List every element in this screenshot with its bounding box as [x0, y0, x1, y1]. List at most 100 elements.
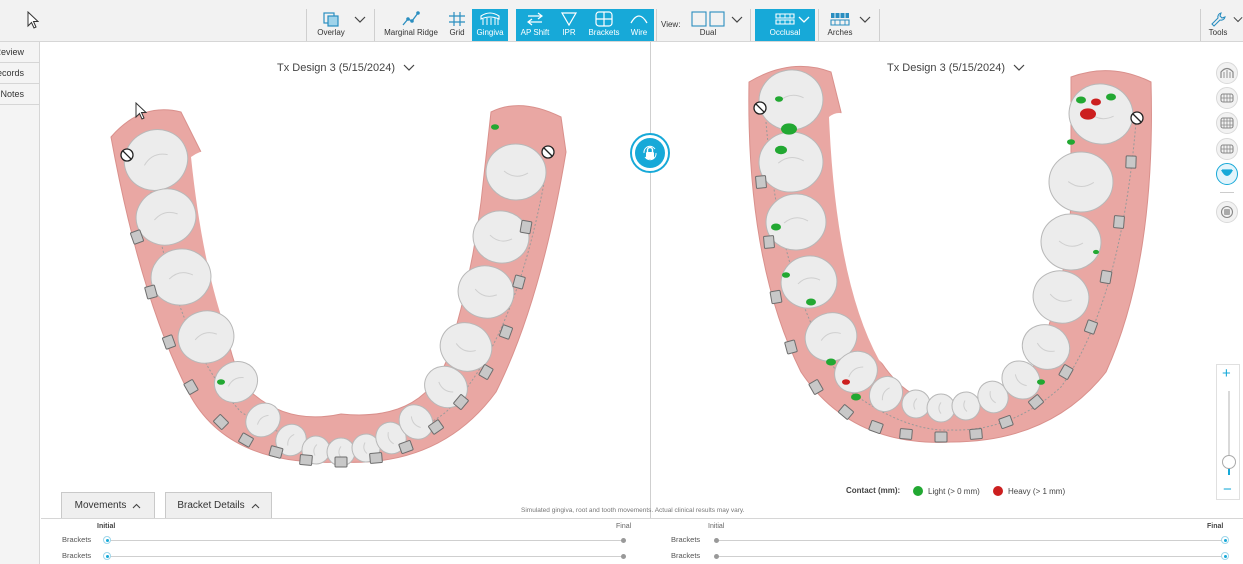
sidebar-item-records[interactable]: Records	[0, 63, 40, 84]
bracket	[299, 454, 313, 466]
contact-spot	[1106, 93, 1116, 101]
overlay-icon	[323, 12, 339, 27]
chevron-down-icon[interactable]	[354, 14, 366, 24]
bracket	[899, 428, 913, 440]
view-upper-button[interactable]	[1216, 87, 1238, 109]
arch-front-icon	[1220, 67, 1234, 78]
zoom-slider[interactable]: + −	[1216, 364, 1240, 500]
toolbar: Overlay Marginal Ridge Grid Gingiva AP S…	[0, 0, 1243, 42]
contact-spot	[782, 272, 790, 278]
right-timeline-initial: Initial	[708, 523, 725, 530]
left-dental-arch-model[interactable]	[41, 42, 650, 518]
ap-shift-label: AP Shift	[520, 28, 550, 37]
overlay-button[interactable]: Overlay	[312, 9, 350, 41]
tab-bracket-details-label: Bracket Details	[177, 500, 245, 511]
bracket	[969, 428, 983, 440]
left-timeline-row-label: Brackets	[62, 551, 92, 560]
chevron-down-icon[interactable]	[798, 14, 810, 24]
view-settings-button[interactable]	[1216, 201, 1238, 223]
legend-heavy-label: Heavy (> 1 mm)	[1008, 486, 1066, 496]
heavy-contact-swatch	[993, 486, 1003, 496]
wire-label: Wire	[630, 28, 648, 37]
ipr-button[interactable]: IPR	[554, 9, 584, 41]
bracket	[1099, 269, 1113, 285]
right-dental-arch-model[interactable]	[651, 42, 1243, 518]
tooth-crown	[926, 393, 956, 423]
contact-spot	[781, 123, 797, 135]
occlusal-view-icon	[1221, 169, 1233, 176]
contact-spot	[217, 379, 225, 385]
left-timeline-handle[interactable]	[103, 536, 111, 544]
ap-shift-button[interactable]: AP Shift	[516, 9, 554, 41]
chevron-down-icon[interactable]	[859, 14, 871, 24]
left-timeline-row-label: Brackets	[62, 535, 92, 544]
sidebar-item-label: Notes	[0, 89, 24, 99]
bracket	[755, 175, 767, 189]
view-front-button[interactable]	[1216, 62, 1238, 84]
light-contact-swatch	[913, 486, 923, 496]
tools-button[interactable]: Tools	[1204, 9, 1232, 41]
contact-spot	[842, 379, 850, 385]
no-bracket-icon	[1130, 111, 1144, 125]
zoom-in-button[interactable]: +	[1222, 365, 1231, 382]
chevron-down-icon[interactable]	[731, 14, 743, 24]
chevron-down-icon[interactable]	[1233, 14, 1243, 24]
ipr-label: IPR	[562, 28, 576, 37]
contact-spot	[775, 96, 783, 102]
left-timeline-track[interactable]	[108, 556, 626, 557]
left-timeline-track[interactable]	[108, 540, 626, 541]
right-timeline-start	[714, 554, 719, 559]
wire-icon	[630, 15, 648, 24]
contact-spot	[1037, 379, 1045, 385]
tab-movements[interactable]: Movements	[61, 492, 155, 518]
sidebar-item-review[interactable]: Review	[0, 42, 40, 63]
zoom-out-button[interactable]: −	[1223, 481, 1232, 498]
grid-label: Grid	[449, 28, 465, 37]
gingiva-button[interactable]: Gingiva	[472, 9, 508, 41]
contact-spot	[851, 393, 861, 401]
sidebar-item-notes[interactable]: Notes	[0, 84, 40, 105]
clinical-disclaimer: Simulated gingiva, root and tooth moveme…	[521, 507, 745, 514]
toolbar-separator	[374, 9, 375, 41]
no-bracket-icon	[753, 101, 767, 115]
right-timeline-track[interactable]	[717, 540, 1225, 541]
grid-icon	[449, 12, 465, 26]
marginal-ridge-label: Marginal Ridge	[384, 28, 438, 37]
chevron-up-icon	[132, 503, 141, 508]
contact-spot	[775, 145, 787, 155]
treatment-timeline: Initial Final Brackets Brackets Initial …	[41, 518, 1243, 564]
view-occlusal-button[interactable]	[1216, 163, 1238, 185]
toolbar-separator	[818, 9, 819, 41]
both-arches-icon	[1220, 117, 1234, 129]
view-lower-button[interactable]	[1216, 138, 1238, 160]
contact-spot	[806, 298, 816, 306]
zoom-handle[interactable]	[1222, 455, 1236, 470]
arches-button[interactable]: Arches	[823, 9, 857, 41]
right-timeline-handle[interactable]	[1221, 552, 1229, 560]
right-timeline-final: Final	[1207, 523, 1224, 530]
view-both-button[interactable]	[1216, 112, 1238, 134]
bracket	[1113, 215, 1125, 229]
gingiva-icon	[480, 12, 500, 25]
toolbar-separator	[656, 9, 657, 41]
no-bracket-icon	[120, 148, 134, 162]
left-timeline-handle[interactable]	[103, 552, 111, 560]
marginal-ridge-button[interactable]: Marginal Ridge	[382, 9, 440, 41]
bracket	[934, 431, 948, 443]
tooth	[926, 393, 956, 423]
brackets-button[interactable]: Brackets	[584, 9, 624, 41]
right-viewport[interactable]: Tx Design 3 (5/15/2024)	[651, 42, 1243, 518]
bracket	[1125, 155, 1137, 169]
tab-bracket-details[interactable]: Bracket Details	[165, 492, 272, 518]
dual-view-button[interactable]: Dual	[688, 9, 728, 41]
right-timeline-handle[interactable]	[1221, 536, 1229, 544]
grid-button[interactable]: Grid	[444, 9, 470, 41]
left-viewport[interactable]: Tx Design 3 (5/15/2024)	[41, 42, 650, 518]
right-timeline-track[interactable]	[717, 556, 1225, 557]
no-bracket-icon	[541, 145, 555, 159]
contact-spot	[1091, 98, 1101, 106]
contact-legend: Contact (mm):	[846, 486, 900, 495]
left-timeline-end	[621, 538, 626, 543]
view-label: View:	[661, 20, 681, 29]
wire-button[interactable]: Wire	[624, 9, 654, 41]
